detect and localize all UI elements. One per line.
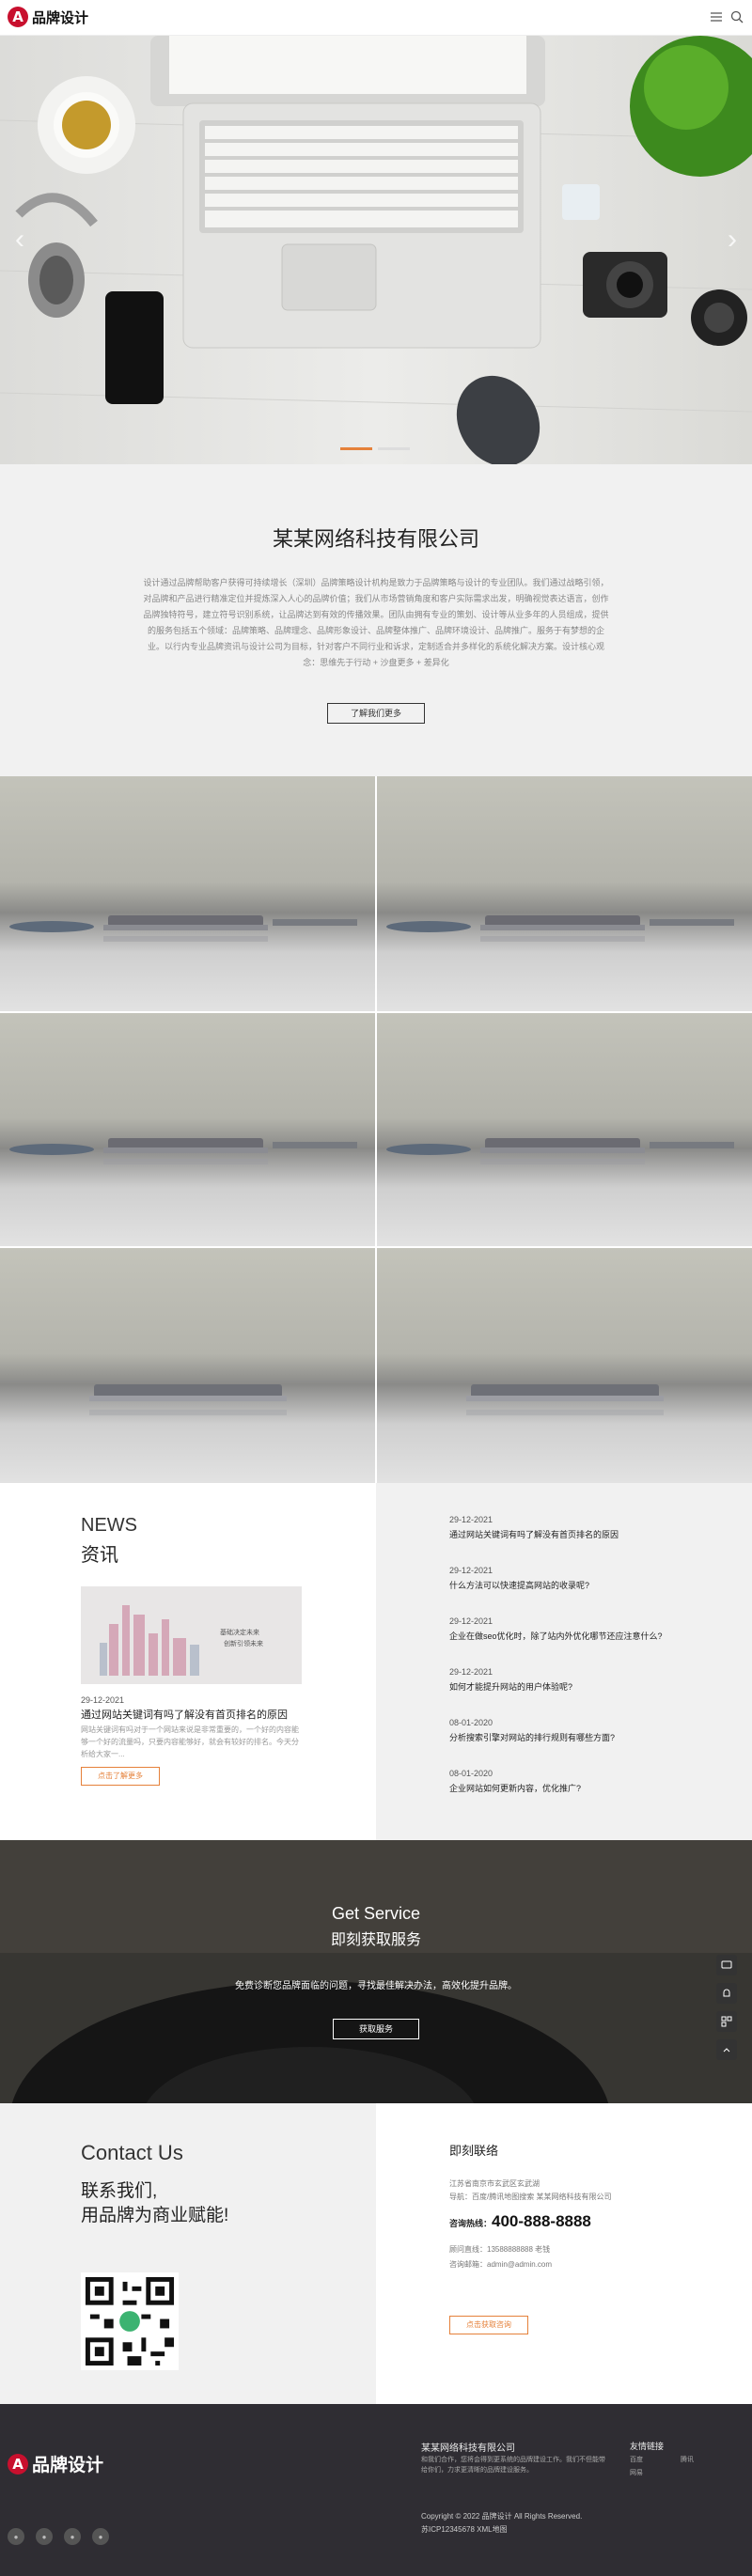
contact-intro: Contact Us 联系我们, 用品牌为商业赋能! — [0, 2103, 376, 2404]
hero-next-arrow[interactable]: › — [728, 224, 737, 256]
about-section: 某某网络科技有限公司 设计通过品牌帮助客户获得可持续增长（深圳）品牌策略设计机构… — [0, 464, 752, 776]
news-list: 29-12-2021 通过网站关键词有吗了解没有首页排名的原因 29-12-202… — [376, 1483, 752, 1840]
about-more-button[interactable]: 了解我们更多 — [327, 703, 425, 724]
service-title-cn: 即刻获取服务 — [330, 1932, 421, 1948]
news-item-date: 29-12-2021 — [449, 1566, 494, 1575]
news-item-title: 如何才能提升网站的用户体验呢? — [449, 1682, 573, 1692]
logo-text: 品牌设计 — [32, 9, 89, 26]
floating-toolbar — [716, 1955, 737, 2060]
news-item-date: 29-12-2021 — [449, 1515, 494, 1524]
site-header: A 品牌设计 — [0, 0, 752, 36]
contact-hotline: 咨询热线： 400-888-8888 — [449, 2212, 591, 2231]
footer-link[interactable]: 百度 — [630, 2455, 643, 2464]
service-desc: 免费诊断您品牌面临的问题，寻找最佳解决办法，高效化提升品牌。 — [235, 1981, 517, 1991]
footer-company: 某某网络科技有限公司 — [421, 2443, 515, 2454]
footer-logo[interactable]: A 品牌设计 — [8, 2451, 103, 2476]
hotline-number: 400-888-8888 — [492, 2212, 591, 2230]
gallery-tile[interactable] — [377, 776, 752, 1011]
about-description: 设计通过品牌帮助客户获得可持续增长（深圳）品牌策略设计机构是致力于品牌策略与设计… — [143, 578, 609, 667]
news-item[interactable]: 08-01-2020 分析搜索引擎对网站的排行规则有哪些方面? — [449, 1718, 615, 1743]
hero-image — [0, 36, 752, 464]
gallery-tile[interactable] — [0, 1248, 375, 1483]
weibo-icon[interactable]: ● — [36, 2528, 53, 2545]
contact-email: 咨询邮箱：admin@admin.com — [449, 2260, 553, 2269]
footer-social: ● ● ● ● — [8, 2528, 109, 2545]
about-title: 某某网络科技有限公司 — [272, 527, 479, 551]
news-thumb-caption-1: 基础决定未来 — [220, 1630, 259, 1636]
footer-copyright: Copyright © 2022 品牌设计 All Rights Reserve… — [421, 2512, 583, 2521]
contact-directions: 导航：百度/腾讯地图搜索 某某网络科技有限公司 — [449, 2193, 612, 2201]
news-item[interactable]: 29-12-2021 如何才能提升网站的用户体验呢? — [449, 1667, 572, 1693]
menu-icon[interactable] — [709, 9, 724, 24]
contact-title-en: Contact Us — [81, 2141, 183, 2164]
gallery-tile[interactable] — [0, 776, 375, 1011]
news-item[interactable]: 29-12-2021 企业在做seo优化时，除了站内外优化哪节还应注意什么? — [449, 1616, 663, 1642]
site-footer: A 品牌设计 某某网络科技有限公司 和我们合作，您将会得到更系统的品牌建设工作。… — [0, 2404, 752, 2576]
news-heading-en: NEWS — [81, 1515, 137, 1536]
hero-pagination — [340, 447, 410, 450]
footer-logo-text: 品牌设计 — [32, 2456, 104, 2475]
news-item[interactable]: 29-12-2021 什么方法可以快速提高网站的收录呢? — [449, 1566, 589, 1591]
service-title-en: Get Service — [331, 1904, 421, 1923]
hero-banner: ‹ › — [0, 36, 752, 464]
footer-company-desc: 和我们合作，您将会得到更系统的品牌建设工作。我们不但能带给你们，力求更清晰的品牌… — [421, 2457, 605, 2474]
logo-badge: A — [8, 7, 28, 27]
qq-icon[interactable]: ● — [92, 2528, 109, 2545]
gallery-grid — [0, 776, 752, 1483]
news-item-title: 什么方法可以快速提高网站的收录呢? — [449, 1581, 590, 1590]
footer-link[interactable]: 网易 — [630, 2468, 643, 2477]
contact-slogan-2: 用品牌为商业赋能! — [81, 2206, 229, 2225]
footer-link[interactable]: 腾讯 — [681, 2455, 694, 2464]
news-thumb-caption-2: 创新引领未来 — [224, 1641, 263, 1647]
service-section: Get Service 即刻获取服务 免费诊断您品牌面临的问题，寻找最佳解决办法… — [0, 1840, 752, 2103]
contact-heading: 即刻联络 — [449, 2144, 499, 2158]
wechat-icon[interactable]: ● — [8, 2528, 24, 2545]
news-item-title: 通过网站关键词有吗了解没有首页排名的原因 — [449, 1530, 619, 1539]
news-item[interactable]: 08-01-2020 企业网站如何更新内容，优化推广? — [449, 1769, 581, 1794]
footer-icp[interactable]: 苏ICP12345678 XML地图 — [421, 2524, 508, 2535]
news-item-title: 企业在做seo优化时，除了站内外优化哪节还应注意什么? — [449, 1631, 663, 1641]
contact-details: 即刻联络 江苏省南京市玄武区玄武湖 导航：百度/腾讯地图搜索 某某网络科技有限公… — [376, 2103, 752, 2404]
link-icon[interactable]: ● — [64, 2528, 81, 2545]
contact-mobile: 顾问直线：13588888888 老钱 — [449, 2245, 551, 2254]
contact-button[interactable]: 点击获取咨询 — [449, 2316, 528, 2334]
featured-news-date: 29-12-2021 — [81, 1695, 125, 1705]
news-item-title: 分析搜索引擎对网站的排行规则有哪些方面? — [449, 1733, 616, 1742]
contact-address: 江苏省南京市玄武区玄武湖 — [449, 2179, 540, 2188]
bell-icon[interactable] — [716, 1983, 737, 2004]
qrcode-icon[interactable] — [716, 2011, 737, 2032]
service-background — [0, 1840, 752, 2103]
hero-dot-2[interactable] — [378, 447, 410, 450]
search-icon[interactable] — [729, 9, 744, 24]
news-thumbnail[interactable]: 基础决定未来 创新引领未来 — [81, 1586, 302, 1684]
featured-news-title[interactable]: 通过网站关键词有吗了解没有首页排名的原因 — [81, 1707, 288, 1722]
news-item[interactable]: 29-12-2021 通过网站关键词有吗了解没有首页排名的原因 — [449, 1515, 619, 1540]
service-button[interactable]: 获取服务 — [333, 2019, 419, 2039]
gallery-tile[interactable] — [0, 1013, 375, 1246]
news-item-title: 企业网站如何更新内容，优化推广? — [449, 1784, 582, 1793]
news-item-date: 29-12-2021 — [449, 1667, 494, 1677]
news-item-date: 08-01-2020 — [449, 1769, 494, 1778]
qr-code — [81, 2272, 179, 2370]
logo[interactable]: A 品牌设计 — [8, 7, 88, 27]
hero-prev-arrow[interactable]: ‹ — [15, 224, 24, 256]
footer-links-title: 友情链接 — [630, 2442, 665, 2451]
news-more-button[interactable]: 点击了解更多 — [81, 1767, 160, 1786]
news-heading-cn: 资讯 — [81, 1545, 118, 1566]
featured-news-excerpt: 网站关键词有吗对于一个网站来说是非常重要的，一个好的内容能够一个好的流量吗，只要… — [81, 1725, 299, 1758]
news-item-date: 29-12-2021 — [449, 1616, 494, 1626]
hero-dot-1[interactable] — [340, 447, 372, 450]
contact-slogan-1: 联系我们, — [81, 2181, 158, 2201]
chat-icon[interactable] — [716, 1955, 737, 1975]
news-item-date: 08-01-2020 — [449, 1718, 494, 1727]
hotline-label: 咨询热线： — [449, 2219, 493, 2228]
footer-logo-badge: A — [8, 2453, 28, 2475]
back-to-top-icon[interactable] — [716, 2039, 737, 2060]
gallery-tile[interactable] — [377, 1248, 752, 1483]
gallery-tile[interactable] — [377, 1013, 752, 1246]
